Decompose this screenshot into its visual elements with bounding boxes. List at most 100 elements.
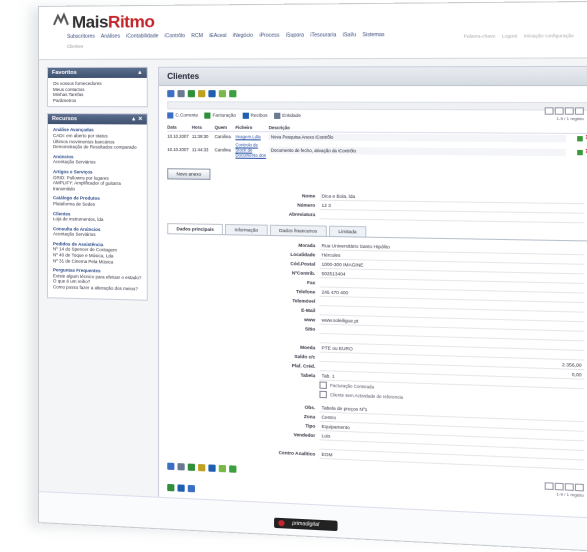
nav-item[interactable]: iContrôlo xyxy=(165,33,186,39)
attach-icon[interactable] xyxy=(188,485,195,492)
first-page-button[interactable] xyxy=(545,482,554,490)
attachments-rows: 10.10.200711:39:30CarolinaImagem.LdlaNov… xyxy=(167,132,587,162)
user-link[interactable]: Palavra-chave xyxy=(464,33,496,38)
new-icon[interactable] xyxy=(167,90,174,97)
secondary-fields: Obs.Tabela de preços Nº1ZonaCentroTipoEq… xyxy=(159,397,587,470)
field-label xyxy=(159,334,319,339)
file-link[interactable]: Controlo de Stock de Documento dos xyxy=(235,142,266,158)
edit-icon[interactable] xyxy=(198,464,205,471)
legend-label: Entidade xyxy=(282,113,301,118)
next-page-button[interactable] xyxy=(565,483,574,491)
nav-item[interactable]: iTesouraria xyxy=(310,32,336,38)
edit-icon[interactable] xyxy=(577,150,583,155)
search-icon[interactable] xyxy=(177,90,184,97)
toolbar xyxy=(159,86,587,102)
main-panel: Clientes 1-9 / 1 registo C.Corrente Factu… xyxy=(158,66,587,521)
column-header: Data xyxy=(167,125,190,130)
app-logo[interactable]: MaisRitmo xyxy=(72,12,154,33)
brand-logo: primadigital xyxy=(274,518,337,531)
new-attachment-button[interactable]: Novo anexo xyxy=(167,168,210,180)
resource-group: Pedidos de AssistênciaNº 14 do Spencer d… xyxy=(53,241,142,265)
tab[interactable]: Informação xyxy=(225,224,267,235)
first-page-button[interactable] xyxy=(545,107,554,114)
next-page-button[interactable] xyxy=(565,107,574,114)
tab[interactable]: Dados principais xyxy=(167,223,223,234)
file-link[interactable]: Imagem.Ldla xyxy=(235,134,266,139)
field-label: Número xyxy=(159,201,319,208)
favorite-link[interactable]: Parâmetros xyxy=(53,98,142,104)
legend-link[interactable]: Recibos xyxy=(242,113,267,119)
save-icon[interactable] xyxy=(208,90,215,97)
user-link[interactable]: Iniciação configuração xyxy=(524,33,574,39)
refresh-icon[interactable] xyxy=(188,464,195,471)
save-icon[interactable] xyxy=(208,464,215,471)
table-row[interactable]: 10.10.200711:44:33CarolinaControlo de St… xyxy=(167,141,587,162)
resources-list: Análise AvançadasCADI: em aberto por sta… xyxy=(48,124,147,299)
edit-icon[interactable] xyxy=(198,90,205,97)
resource-group: Análise AvançadasCADI: em aberto por sta… xyxy=(53,127,142,150)
checkbox[interactable] xyxy=(319,381,326,388)
header-fields: NomeDica e Bola, ldaNúmero12 3Abreviatur… xyxy=(159,189,587,223)
legend-row: C.Corrente Facturação Recibos Entidade xyxy=(159,109,587,123)
print-icon[interactable] xyxy=(167,484,174,491)
resource-link[interactable]: Acentação Serviários xyxy=(53,232,142,239)
resource-link[interactable]: Plataforma de Sedes xyxy=(53,201,142,208)
collapse-icon[interactable]: ▲ ✕ xyxy=(131,117,143,123)
tab[interactable]: Dados financeiros xyxy=(270,225,327,236)
user-link[interactable]: Logout xyxy=(502,33,517,38)
cell-who: Carolina xyxy=(215,147,234,152)
tab[interactable]: Limitada xyxy=(329,226,366,237)
nav-item[interactable]: RCM xyxy=(191,33,203,39)
mail-icon[interactable] xyxy=(177,484,184,491)
resource-link[interactable]: Acentação Serviários xyxy=(53,159,142,165)
pager-top: 1-9 / 1 registo xyxy=(544,107,584,121)
filter-icon[interactable] xyxy=(219,90,226,97)
last-page-button[interactable] xyxy=(575,484,584,492)
export-icon[interactable] xyxy=(229,465,236,472)
new-icon[interactable] xyxy=(167,463,174,470)
sidebar: Favoritos ▲ Os vossos fornecedoresMeus c… xyxy=(47,67,148,307)
cell-time: 11:39:30 xyxy=(192,134,213,139)
last-page-button[interactable] xyxy=(575,107,584,114)
sub-navigation: Clientes xyxy=(67,44,83,49)
refresh-icon[interactable] xyxy=(188,90,195,97)
resource-link[interactable]: Demonstração de Resultados comparado xyxy=(53,144,142,150)
legend-link[interactable]: Entidade xyxy=(274,113,301,119)
favorites-box: Favoritos ▲ Os vossos fornecedoresMeus c… xyxy=(47,67,148,108)
row-actions: ✕ xyxy=(568,150,587,155)
nav-item[interactable]: iEAcesl xyxy=(209,33,226,39)
edit-icon[interactable] xyxy=(577,136,583,141)
page-title: Clientes xyxy=(159,67,587,86)
prev-page-button[interactable] xyxy=(555,107,564,114)
resource-link[interactable]: Nº 31 de Cinema Pela Música xyxy=(53,258,142,265)
prev-page-button[interactable] xyxy=(555,483,564,491)
search-icon[interactable] xyxy=(177,463,184,470)
filter-icon[interactable] xyxy=(219,465,226,472)
resource-link[interactable]: Loja de instrumentos, lda xyxy=(53,216,142,223)
collapse-icon[interactable]: ▲ xyxy=(137,70,143,76)
cell-description: Documento de fecho, ativação da iContrôl… xyxy=(269,147,566,157)
legend-link[interactable]: C.Corrente xyxy=(167,112,198,118)
nav-item[interactable]: iContabilidade xyxy=(126,33,158,39)
resource-link[interactable]: AMPLIFY: Amplificador of guitarra transm… xyxy=(53,180,142,192)
resources-box: Recursos ▲ ✕ Análise AvançadasCADI: em a… xyxy=(47,113,148,300)
favorites-header[interactable]: Favoritos ▲ xyxy=(48,68,147,78)
nav-item[interactable]: iSal/u xyxy=(343,32,356,38)
nav-item[interactable]: iProcess xyxy=(259,33,279,39)
legend-label: Recibos xyxy=(251,113,268,118)
nav-item[interactable]: Sistemas xyxy=(363,32,385,38)
attachments-table: DataHoraQuemFicheiroDescrição 10.10.2007… xyxy=(167,124,587,162)
pager-text: 1-9 / 1 registo xyxy=(556,116,583,121)
legend-link[interactable]: Facturação xyxy=(204,113,236,119)
checkbox[interactable] xyxy=(319,391,326,398)
nav-item[interactable]: iSupora xyxy=(286,32,304,38)
legend-label: C.Corrente xyxy=(175,113,198,118)
resource-link[interactable]: Como posso fazer a alteração dos meios? xyxy=(53,284,142,292)
legend-icon xyxy=(204,113,210,119)
nav-item[interactable]: Análises xyxy=(101,34,120,40)
resources-header[interactable]: Recursos ▲ ✕ xyxy=(48,114,147,124)
nav-item[interactable]: Subscritores xyxy=(67,34,95,40)
export-icon[interactable] xyxy=(229,90,236,97)
nav-item[interactable]: iNegócio xyxy=(233,33,253,39)
field-label: Nome xyxy=(159,191,319,198)
